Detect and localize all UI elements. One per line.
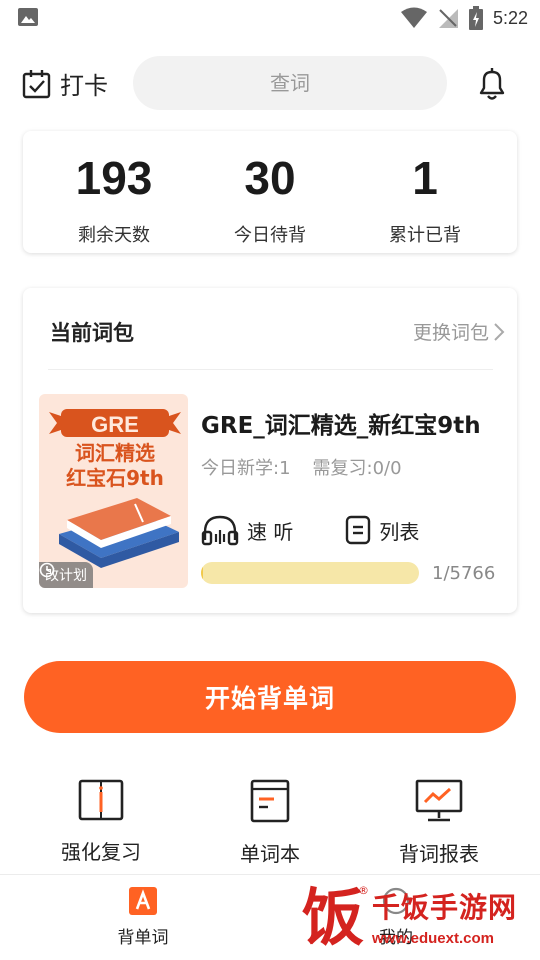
stat-remaining-days: 193 剩余天数 [34, 149, 194, 247]
quick-listen-label: 速 听 [247, 519, 294, 544]
review-book-icon [78, 779, 124, 821]
chevron-right-icon [494, 322, 505, 341]
wifi-icon [400, 7, 427, 28]
tool-wordbook[interactable]: 单词本 [190, 778, 350, 867]
divider [48, 369, 493, 370]
search-input[interactable] [133, 71, 447, 95]
current-book-card: 当前词包 更换词包 GRE 词汇精选 红宝石9th 改计划 GRE_词汇精选_新… [23, 288, 517, 613]
tool-report[interactable]: 背词报表 [359, 778, 519, 867]
stat-label: 今日待背 [234, 225, 306, 246]
calendar-check-icon [22, 69, 51, 98]
tool-label: 背词报表 [399, 842, 479, 866]
stats-card: 193 剩余天数 30 今日待背 1 累计已背 [23, 131, 517, 253]
stat-total-learned: 1 累计已背 [345, 149, 505, 247]
start-memorize-button[interactable]: 开始背单词 [24, 661, 516, 733]
stat-value: 30 [244, 152, 296, 204]
book-cover-art: GRE 词汇精选 红宝石9th [49, 409, 181, 568]
nav-item-words[interactable]: 背单词 [83, 887, 203, 948]
headphones-icon [201, 515, 239, 546]
watermark-title: 千饭手游网 [372, 891, 518, 924]
tool-label: 单词本 [240, 842, 300, 866]
cover-line1: 词汇精选 [75, 441, 155, 465]
bell-icon[interactable] [474, 66, 510, 102]
stat-label: 剩余天数 [78, 225, 150, 246]
letter-a-icon [129, 887, 157, 915]
change-book-label: 更换词包 [412, 322, 489, 344]
clock-icon [39, 562, 55, 578]
progress-fill [201, 562, 203, 584]
review-count: 需复习:0/0 [312, 458, 402, 479]
watermark-url: www.eduext.com [372, 930, 494, 947]
main-content: 193 剩余天数 30 今日待背 1 累计已背 当前词包 更换词包 GRE 词汇… [0, 128, 540, 874]
watermark-reg: ® [358, 884, 369, 897]
report-chart-icon [415, 779, 463, 822]
book-meta: 今日新学:1 需复习:0/0 [201, 454, 402, 480]
change-plan-badge[interactable]: 改计划 [39, 562, 93, 588]
cover-line2: 红宝石9th [66, 466, 164, 490]
no-signal-icon [438, 9, 458, 28]
checkin-button[interactable]: 打卡 [22, 66, 108, 101]
tool-review[interactable]: 强化复习 [21, 778, 181, 865]
change-book-link[interactable]: 更换词包 [413, 318, 505, 345]
status-time: 5:22 [492, 7, 528, 28]
word-list-label: 列表 [379, 519, 420, 544]
progress-bar [201, 562, 419, 584]
checkin-label: 打卡 [60, 72, 108, 100]
tools-row: 强化复习 单词本 背词报表 [0, 778, 540, 874]
new-today: 今日新学:1 [201, 458, 291, 479]
tool-label: 强化复习 [61, 840, 141, 864]
progress-text: 1/5766 [432, 563, 496, 584]
section-title: 当前词包 [50, 321, 134, 345]
top-bar: 打卡 [0, 36, 540, 128]
wordbook-icon [250, 779, 290, 823]
word-list-button[interactable]: 列表 [345, 515, 419, 545]
book-title: GRE_词汇精选_新红宝9th [201, 413, 481, 439]
image-icon [18, 8, 38, 26]
list-icon [346, 515, 371, 545]
battery-charging-icon [468, 6, 483, 30]
quick-listen-button[interactable]: 速 听 [201, 514, 293, 546]
stat-today-pending: 30 今日待背 [190, 149, 350, 247]
book-cover[interactable]: GRE 词汇精选 红宝石9th 改计划 [39, 394, 188, 588]
nav-label: 背单词 [117, 928, 169, 948]
start-button-label: 开始背单词 [204, 685, 335, 713]
status-bar: 5:22 [0, 0, 540, 36]
watermark-logo: 饭 ® 千饭手游网 www.eduext.com [300, 880, 540, 960]
watermark-char: 饭 [302, 881, 365, 954]
stat-value: 193 [75, 152, 153, 204]
book-actions: 速 听 列表 [201, 514, 419, 546]
search-box[interactable] [133, 56, 447, 110]
stat-label: 累计已背 [389, 225, 461, 246]
stat-value: 1 [412, 152, 438, 204]
cover-badge: GRE [91, 412, 139, 437]
